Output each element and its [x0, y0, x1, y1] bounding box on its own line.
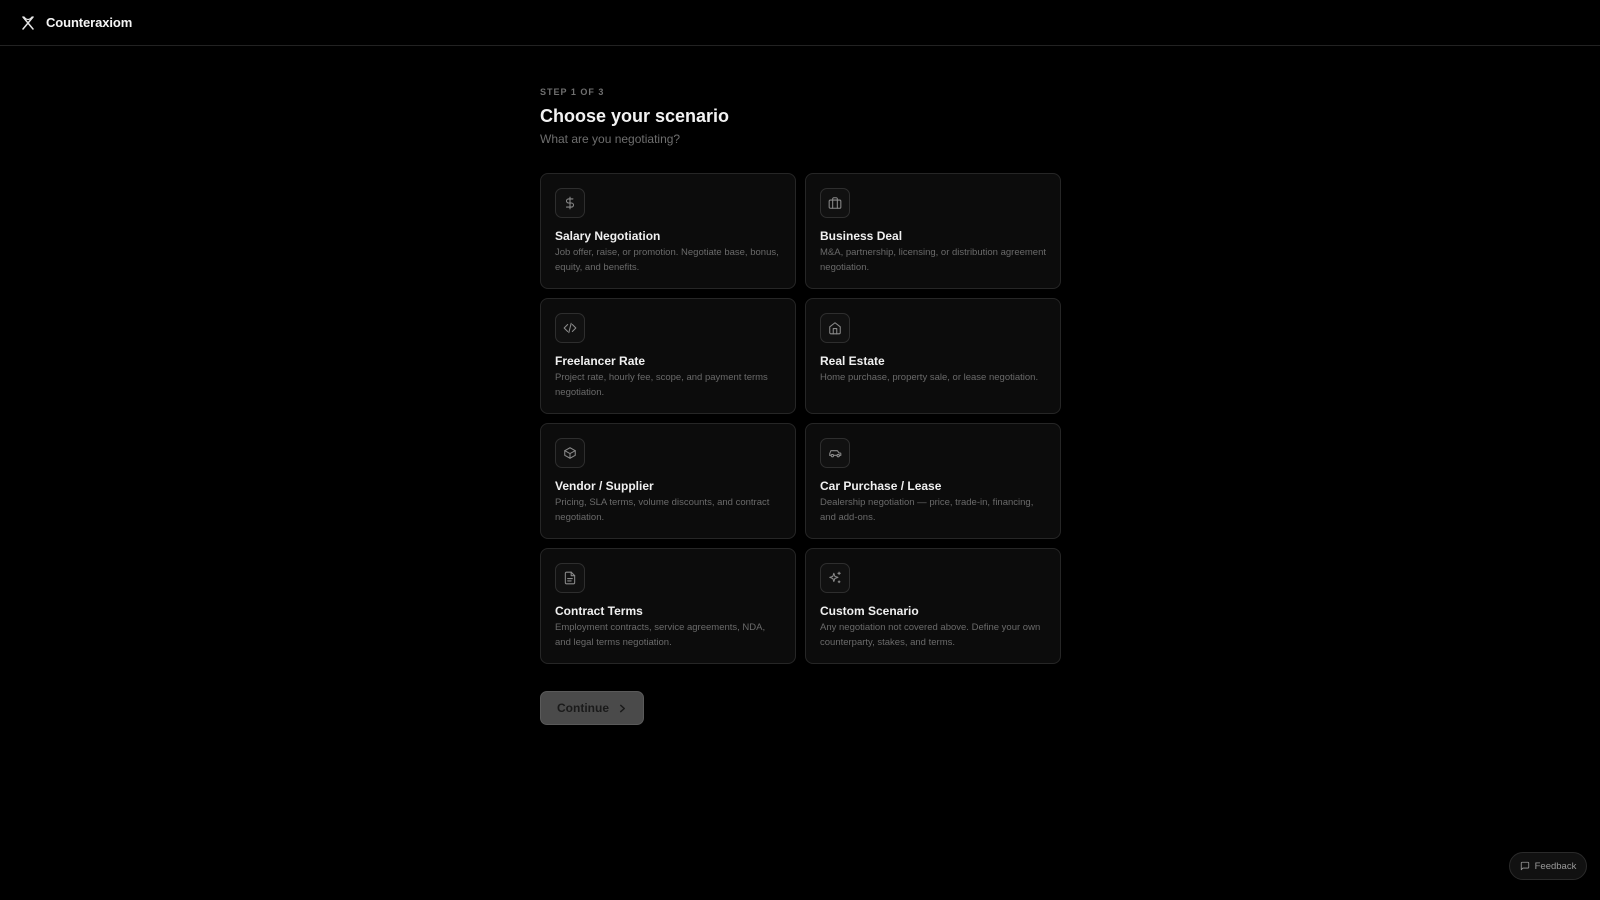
scenario-description: Any negotiation not covered above. Defin… — [820, 622, 1041, 648]
code-icon — [555, 313, 585, 343]
scenario-step: STEP 1 OF 3 Choose your scenario What ar… — [540, 86, 1061, 725]
scenario-description: M&A, partnership, licensing, or distribu… — [820, 247, 1047, 273]
continue-button[interactable]: Continue — [540, 691, 644, 725]
scenario-description: Project rate, hourly fee, scope, and pay… — [555, 372, 768, 398]
message-square-icon — [1520, 861, 1530, 871]
scenario-card-business-deal[interactable]: Business Deal M&A, partnership, licensin… — [805, 173, 1061, 289]
briefcase-icon — [820, 188, 850, 218]
scenario-grid: Salary Negotiation Job offer, raise, or … — [540, 173, 1061, 664]
top-bar: Counteraxiom — [0, 0, 1600, 46]
scenario-title: Business Deal — [820, 229, 903, 243]
scenario-card-real-estate[interactable]: Real Estate Home purchase, property sale… — [805, 298, 1061, 414]
car-icon — [820, 438, 850, 468]
step-indicator: STEP 1 OF 3 — [540, 87, 605, 97]
scenario-card-car-purchase-lease[interactable]: Car Purchase / Lease Dealership negotiat… — [805, 423, 1061, 539]
scenario-title: Custom Scenario — [820, 604, 919, 618]
scenario-card-contract-terms[interactable]: Contract Terms Employment contracts, ser… — [540, 548, 796, 664]
document-icon — [555, 563, 585, 593]
sparkles-icon — [820, 563, 850, 593]
chevron-right-icon — [618, 704, 627, 713]
scenario-card-custom-scenario[interactable]: Custom Scenario Any negotiation not cove… — [805, 548, 1061, 664]
page-subtitle: What are you negotiating? — [540, 132, 681, 146]
scenario-title: Freelancer Rate — [555, 354, 646, 368]
scenario-description: Employment contracts, service agreements… — [555, 622, 766, 648]
package-icon — [555, 438, 585, 468]
dollar-icon — [555, 188, 585, 218]
feedback-label: Feedback — [1534, 860, 1577, 872]
scenario-description: Dealership negotiation — price, trade-in… — [820, 497, 1034, 523]
scenario-card-salary-negotiation[interactable]: Salary Negotiation Job offer, raise, or … — [540, 173, 796, 289]
page-title: Choose your scenario — [540, 106, 730, 126]
home-icon — [820, 313, 850, 343]
scenario-title: Car Purchase / Lease — [820, 479, 942, 493]
scenario-title: Vendor / Supplier — [555, 479, 654, 493]
scenario-card-vendor-supplier[interactable]: Vendor / Supplier Pricing, SLA terms, vo… — [540, 423, 796, 539]
scenario-title: Salary Negotiation — [555, 229, 661, 243]
scenario-card-freelancer-rate[interactable]: Freelancer Rate Project rate, hourly fee… — [540, 298, 796, 414]
scenario-title: Real Estate — [820, 354, 885, 368]
scenario-description: Pricing, SLA terms, volume discounts, an… — [555, 497, 770, 523]
brand-name: Counteraxiom — [46, 15, 133, 30]
x-logo-icon — [20, 15, 36, 31]
scenario-description: Job offer, raise, or promotion. Negotiat… — [555, 247, 779, 273]
brand-home-link[interactable]: Counteraxiom — [20, 15, 132, 31]
scenario-description: Home purchase, property sale, or lease n… — [820, 372, 1039, 383]
continue-label: Continue — [557, 701, 609, 715]
scenario-title: Contract Terms — [555, 604, 643, 618]
feedback-button[interactable]: Feedback — [1509, 852, 1587, 880]
